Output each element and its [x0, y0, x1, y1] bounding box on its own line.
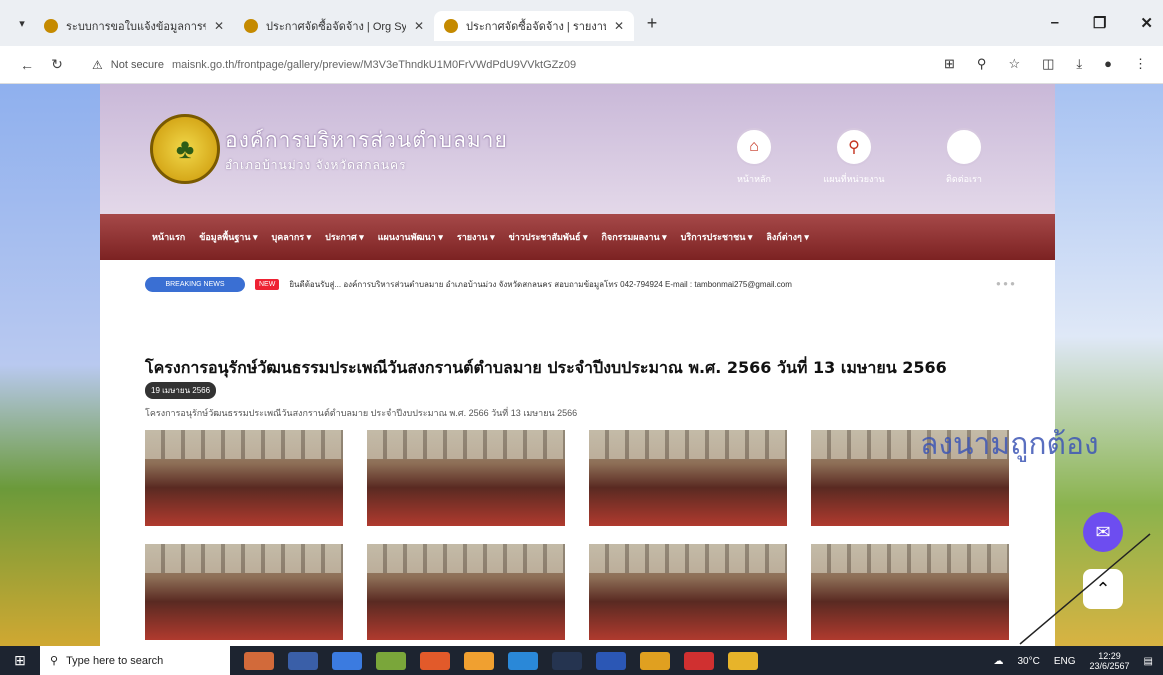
menu-item-activities[interactable]: กิจกรรมผลงาน ▾ — [601, 230, 666, 244]
article-description: โครงการอนุรักษ์วัฒนธรรมประเพณีวันสงกรานต… — [145, 408, 578, 418]
org-subtitle: อำเภอบ้านม่วง จังหวัดสกลนคร — [225, 158, 407, 172]
translate-icon[interactable]: ⊞ — [944, 56, 955, 72]
menu-item-home[interactable]: หน้าแรก — [152, 230, 185, 244]
minimize-icon[interactable]: – — [1051, 14, 1059, 32]
tab-search-icon[interactable]: ▾ — [10, 17, 34, 30]
handwritten-note: ลงนามถูกต้อง — [920, 427, 1099, 462]
gallery-photo[interactable] — [367, 544, 565, 640]
gallery-photo[interactable] — [145, 430, 343, 526]
taskbar-app-icon[interactable] — [728, 651, 758, 670]
tab-favicon-icon — [444, 19, 458, 33]
taskbar-search[interactable]: ⚲ Type here to search — [40, 646, 230, 675]
article-date: 19 เมษายน 2566 — [145, 382, 217, 399]
browser-toolbar-icons: ⊞ ⚲ ☆ ◫ ⤓ ● ⋮ — [944, 56, 1147, 72]
windows-start-icon[interactable]: ⊞ — [0, 652, 40, 669]
system-tray: ☁ 30°C ENG 12:29 23/6/2567 ▤ — [993, 651, 1153, 671]
clock[interactable]: 12:29 23/6/2567 — [1090, 651, 1130, 671]
handwritten-annotation: ลงนามถูกต้อง — [920, 427, 1151, 645]
gallery-photo[interactable] — [589, 544, 787, 640]
zoom-icon[interactable]: ⚲ — [977, 56, 987, 72]
tab-title: ประกาศจัดซื้อจัดจ้าง | รายงานผล — [466, 21, 606, 33]
window-controls: – ❐ ✕ — [1051, 14, 1153, 32]
taskbar-app-icon[interactable] — [464, 651, 494, 670]
address-bar: ← ↻ ⚠ Not secure maisnk.go.th/frontpage/… — [0, 46, 1163, 84]
extensions-icon[interactable]: ◫ — [1042, 56, 1054, 72]
taskbar-app-icon[interactable] — [596, 651, 626, 670]
taskbar-app-icon[interactable] — [288, 651, 318, 670]
back-icon[interactable]: ← — [12, 57, 42, 73]
browser-tab-strip: ▾ ระบบการขอใบแจ้งข้อมูลการขอ ✕ ประกาศจัด… — [0, 0, 1163, 46]
web-page: ♣ องค์การบริหารส่วนตำบลมาย อำเภอบ้านม่วง… — [0, 84, 1163, 646]
tab-title: ระบบการขอใบแจ้งข้อมูลการขอ — [66, 21, 206, 33]
gallery-photo[interactable] — [589, 430, 787, 526]
windows-taskbar: ⊞ ⚲ Type here to search ☁ 30°C ENG 12:29… — [0, 646, 1163, 675]
browser-tab-1[interactable]: ระบบการขอใบแจ้งข้อมูลการขอ ✕ — [34, 11, 234, 41]
close-tab-icon[interactable]: ✕ — [614, 19, 624, 33]
menu-item-news[interactable]: ข่าวประชาสัมพันธ์ ▾ — [509, 230, 588, 244]
taskbar-app-icon[interactable] — [376, 651, 406, 670]
gallery-photo[interactable] — [367, 430, 565, 526]
kebab-menu-icon[interactable]: ⋮ — [1134, 56, 1147, 72]
tab-favicon-icon — [44, 19, 58, 33]
omnibox[interactable]: ⚠ Not secure maisnk.go.th/frontpage/gall… — [92, 58, 792, 72]
gallery-photo[interactable] — [145, 544, 343, 640]
breaking-news-badge: BREAKING NEWS — [145, 276, 245, 292]
warning-icon: ⚠ — [92, 57, 103, 72]
news-ticker[interactable]: ยินดีต้อนรับสู่... องค์การบริหารส่วนตำบล… — [289, 278, 792, 291]
not-secure-label: Not secure — [110, 58, 164, 71]
article-title: โครงการอนุรักษ์วัฒนธรรมประเพณีวันสงกรานต… — [145, 358, 947, 377]
close-window-icon[interactable]: ✕ — [1140, 14, 1153, 32]
weather-icon[interactable]: ☁ — [993, 656, 1003, 667]
clock-date: 23/6/2567 — [1089, 661, 1130, 671]
reload-icon[interactable]: ↻ — [42, 56, 72, 73]
taskbar-app-icon[interactable] — [420, 651, 450, 670]
url-text[interactable]: maisnk.go.th/frontpage/gallery/preview/M… — [172, 59, 576, 71]
ticker-controls[interactable]: ● ● ● — [996, 279, 1015, 288]
main-menu: หน้าแรก ข้อมูลพื้นฐาน ▾ บุคลากร ▾ ประกาศ… — [100, 214, 1055, 260]
site-header: ♣ องค์การบริหารส่วนตำบลมาย อำเภอบ้านม่วง… — [100, 84, 1055, 214]
weather-temp[interactable]: 30°C — [1017, 656, 1039, 667]
phone-icon[interactable] — [945, 128, 983, 166]
bookmark-star-icon[interactable]: ☆ — [1008, 56, 1020, 72]
map-pin-icon[interactable]: ⚲ — [835, 128, 873, 166]
taskbar-app-icon[interactable] — [244, 651, 274, 670]
search-placeholder: Type here to search — [66, 654, 164, 667]
menu-item-links[interactable]: ลิงก์ต่างๆ ▾ — [766, 230, 809, 244]
taskbar-app-icon[interactable] — [640, 651, 670, 670]
menu-item-plans[interactable]: แผนงานพัฒนา ▾ — [378, 230, 443, 244]
org-logo[interactable]: ♣ — [150, 114, 220, 184]
new-badge: NEW — [255, 278, 280, 290]
taskbar-app-icon[interactable] — [552, 651, 582, 670]
browser-tab-3[interactable]: ประกาศจัดซื้อจัดจ้าง | รายงานผล ✕ — [434, 11, 634, 41]
menu-item-announcements[interactable]: ประกาศ ▾ — [325, 230, 364, 244]
language-indicator[interactable]: ENG — [1054, 656, 1076, 667]
menu-item-reports[interactable]: รายงาน ▾ — [457, 230, 495, 244]
taskbar-app-icon[interactable] — [508, 651, 538, 670]
org-name: องค์การบริหารส่วนตำบลมาย — [225, 128, 508, 152]
home-label[interactable]: หน้าหลัก — [709, 172, 799, 186]
search-icon: ⚲ — [50, 655, 59, 667]
map-label[interactable]: แผนที่หน่วยงาน — [809, 172, 899, 186]
home-icon[interactable]: ⌂ — [735, 128, 773, 166]
clock-time: 12:29 — [1098, 651, 1121, 661]
menu-item-basic-info[interactable]: ข้อมูลพื้นฐาน ▾ — [199, 230, 257, 244]
menu-item-personnel[interactable]: บุคลากร ▾ — [272, 230, 312, 244]
menu-item-services[interactable]: บริการประชาชน ▾ — [681, 230, 753, 244]
profile-icon[interactable]: ● — [1104, 56, 1112, 72]
browser-tab-2[interactable]: ประกาศจัดซื้อจัดจ้าง | Org System ✕ — [234, 11, 434, 41]
close-tab-icon[interactable]: ✕ — [214, 19, 224, 33]
breaking-news-bar: BREAKING NEWS NEW ยินดีต้อนรับสู่... องค… — [145, 272, 1015, 296]
notifications-icon[interactable]: ▤ — [1144, 656, 1153, 667]
tab-favicon-icon — [244, 19, 258, 33]
taskbar-app-icon[interactable] — [684, 651, 714, 670]
taskbar-app-icon[interactable] — [332, 651, 362, 670]
tab-title: ประกาศจัดซื้อจัดจ้าง | Org System — [266, 21, 406, 33]
close-tab-icon[interactable]: ✕ — [414, 19, 424, 33]
download-icon[interactable]: ⤓ — [1076, 56, 1082, 72]
restore-icon[interactable]: ❐ — [1093, 14, 1106, 32]
background-left — [0, 84, 100, 646]
pen-stroke — [1019, 533, 1151, 645]
new-tab-button[interactable]: + — [640, 13, 664, 34]
contact-label[interactable]: ติดต่อเรา — [919, 172, 1009, 186]
